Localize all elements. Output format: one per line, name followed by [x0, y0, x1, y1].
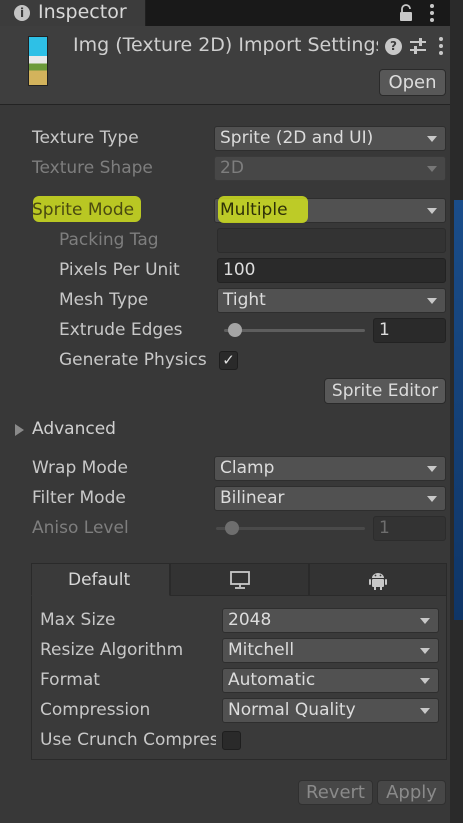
packing-tag-field [217, 228, 446, 253]
texture-shape-dropdown: 2D [214, 156, 446, 181]
header-title: Img (Texture 2D) Import Settings [73, 34, 378, 56]
chevron-down-icon [427, 466, 437, 472]
extrude-edges-slider-handle[interactable] [228, 323, 243, 337]
info-icon: i [14, 5, 30, 21]
generate-physics-checkbox[interactable]: ✓ [219, 351, 238, 370]
compression-value: Normal Quality [228, 700, 356, 720]
chevron-down-icon [420, 708, 430, 714]
scrollbar-strip[interactable] [450, 0, 463, 823]
use-crunch-checkbox[interactable] [222, 731, 241, 750]
packing-tag-label: Packing Tag [59, 230, 159, 250]
compression-label: Compression [40, 700, 151, 720]
inspector-tab-label: Inspector [38, 1, 127, 23]
lock-icon[interactable] [398, 4, 414, 22]
texture-type-value: Sprite (2D and UI) [220, 128, 374, 148]
revert-button[interactable]: Revert [298, 780, 373, 805]
compression-dropdown[interactable]: Normal Quality [222, 698, 439, 723]
chevron-down-icon [427, 136, 437, 142]
chevron-down-icon [427, 208, 437, 214]
sprite-mode-dropdown[interactable]: Multiple [214, 196, 446, 223]
wrap-mode-value: Clamp [220, 458, 275, 478]
context-menu-icon[interactable] [435, 35, 447, 57]
sprite-mode-value: Multiple [220, 200, 288, 220]
use-crunch-label: Use Crunch Compression [40, 730, 216, 750]
apply-button[interactable]: Apply [377, 780, 446, 805]
aniso-level-label: Aniso Level [32, 518, 129, 538]
pixels-per-unit-label: Pixels Per Unit [59, 260, 180, 280]
chevron-down-icon [427, 298, 437, 304]
wrap-mode-label: Wrap Mode [32, 458, 128, 478]
pixels-per-unit-field[interactable]: 100 [217, 258, 446, 283]
tab-default-label: Default [68, 570, 131, 590]
texture-thumbnail [28, 36, 48, 86]
help-icon[interactable]: ? [385, 38, 402, 55]
extrude-edges-label: Extrude Edges [59, 320, 183, 340]
texture-type-dropdown[interactable]: Sprite (2D and UI) [214, 126, 446, 151]
aniso-level-slider-handle [224, 521, 239, 535]
format-value: Automatic [228, 670, 316, 690]
foldout-arrow-icon[interactable] [15, 424, 24, 436]
aniso-level-field: 1 [373, 516, 446, 541]
filter-mode-value: Bilinear [220, 488, 285, 508]
chevron-down-icon [420, 678, 430, 684]
generate-physics-label: Generate Physics [59, 350, 207, 370]
chevron-down-icon [427, 496, 437, 502]
tab-android[interactable] [309, 563, 447, 596]
resize-algorithm-label: Resize Algorithm [40, 640, 184, 660]
inspector-tab[interactable]: i Inspector [0, 0, 146, 26]
format-label: Format [40, 670, 100, 690]
texture-shape-value: 2D [220, 158, 244, 178]
filter-mode-label: Filter Mode [32, 488, 126, 508]
chevron-down-icon [420, 618, 430, 624]
chevron-down-icon [427, 166, 437, 172]
filter-mode-dropdown[interactable]: Bilinear [214, 486, 446, 511]
more-options-icon[interactable] [424, 2, 440, 24]
mesh-type-label: Mesh Type [59, 290, 149, 310]
tab-default[interactable]: Default [31, 563, 170, 596]
max-size-value: 2048 [228, 610, 272, 630]
extrude-edges-field[interactable]: 1 [373, 318, 446, 343]
preset-settings-icon[interactable] [409, 37, 427, 55]
open-button[interactable]: Open [379, 69, 446, 96]
wrap-mode-dropdown[interactable]: Clamp [214, 456, 446, 481]
texture-shape-label: Texture Shape [32, 158, 153, 178]
mesh-type-dropdown[interactable]: Tight [217, 288, 446, 313]
advanced-foldout-label[interactable]: Advanced [32, 419, 116, 439]
tab-standalone[interactable] [170, 563, 309, 596]
resize-algorithm-dropdown[interactable]: Mitchell [222, 638, 439, 663]
monitor-icon [230, 571, 250, 589]
extrude-edges-slider-track[interactable] [224, 329, 365, 332]
format-dropdown[interactable]: Automatic [222, 668, 439, 693]
max-size-label: Max Size [40, 610, 116, 630]
android-icon [369, 573, 387, 590]
max-size-dropdown[interactable]: 2048 [222, 608, 439, 633]
resize-algorithm-value: Mitchell [228, 640, 295, 660]
chevron-down-icon [420, 648, 430, 654]
sprite-mode-label: Sprite Mode [32, 200, 135, 220]
mesh-type-value: Tight [223, 290, 266, 310]
texture-type-label: Texture Type [32, 128, 139, 148]
sprite-editor-button[interactable]: Sprite Editor [324, 378, 446, 404]
